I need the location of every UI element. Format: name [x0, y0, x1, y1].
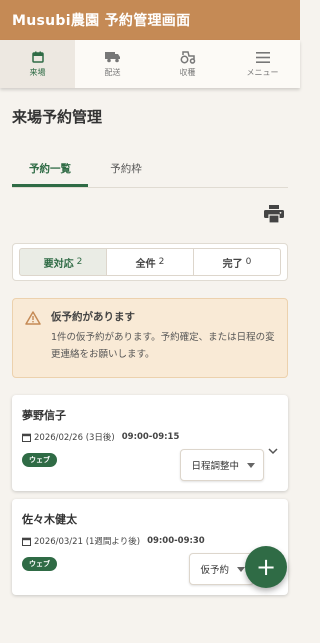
- filter-count: 0: [245, 257, 252, 267]
- channel-badge: ウェブ: [22, 453, 57, 467]
- filter-count: 2: [158, 257, 165, 267]
- bottom-nav: 来場 配送 収穫 メニュー: [0, 40, 300, 88]
- filter-count: 2: [76, 257, 83, 267]
- tractor-icon: [180, 50, 196, 64]
- app-title-bar: Musubi農園 予約管理画面: [0, 0, 300, 40]
- customer-name: 夢野信子: [22, 409, 66, 422]
- truck-icon: [104, 50, 121, 64]
- calendar-icon: [22, 433, 31, 442]
- alert-title: 仮予約があります: [51, 311, 135, 323]
- toolbar: [0, 188, 300, 230]
- add-reservation-button[interactable]: +: [245, 546, 287, 588]
- provisional-alert: 仮予約があります 1件の仮予約があります。予約確定、または日程の変更連絡をお願い…: [12, 298, 288, 378]
- reservation-datetime: 2026/03/21 (1週間より後) 09:00-09:30: [22, 535, 278, 547]
- nav-label: 来場: [29, 68, 46, 77]
- caret-down-icon: [237, 566, 245, 572]
- filter-all[interactable]: 全件 2: [107, 248, 194, 276]
- tab-reservation-slots[interactable]: 予約枠: [88, 152, 164, 187]
- filter-needs-action[interactable]: 要対応 2: [19, 248, 107, 276]
- print-icon[interactable]: [264, 205, 284, 224]
- nav-item-harvest[interactable]: 収穫: [150, 40, 225, 88]
- reservation-card[interactable]: 佐々木健太 2026/03/21 (1週間より後) 09:00-09:30 ウェ…: [12, 499, 288, 595]
- warning-icon: [25, 310, 41, 325]
- reservation-datetime: 2026/02/26 (3日後) 09:00-09:15: [22, 431, 278, 443]
- reservation-time: 09:00-09:15: [121, 432, 180, 442]
- alert-message: 1件の仮予約があります。予約確定、または日程の変更連絡をお願いします。: [51, 332, 275, 360]
- caret-down-icon: [247, 462, 255, 468]
- menu-icon: [255, 50, 271, 64]
- status-value: 仮予約: [200, 565, 229, 576]
- plus-icon: +: [255, 553, 277, 581]
- chevron-down-icon[interactable]: [268, 440, 278, 455]
- reservation-date: 2026/03/21 (1週間より後): [34, 537, 141, 547]
- app-title: Musubi農園 予約管理画面: [12, 13, 191, 29]
- nav-item-menu[interactable]: メニュー: [225, 40, 300, 88]
- nav-label: 配送: [104, 68, 121, 77]
- tab-reservation-list[interactable]: 予約一覧: [12, 152, 88, 187]
- reservation-card[interactable]: 夢野信子 2026/02/26 (3日後) 09:00-09:15 ウェブ 日程…: [12, 395, 288, 491]
- status-select[interactable]: 日程調整中: [180, 449, 264, 481]
- status-value: 日程調整中: [191, 461, 239, 472]
- customer-name: 佐々木健太: [22, 513, 77, 526]
- nav-item-visit[interactable]: 来場: [0, 40, 75, 88]
- calendar-icon: [22, 537, 31, 546]
- status-filter: 要対応 2 全件 2 完了 0: [12, 243, 288, 281]
- calendar-icon: [30, 50, 46, 64]
- filter-label: 全件: [135, 258, 156, 270]
- tab-bar: 予約一覧 予約枠: [12, 152, 288, 188]
- reservation-date: 2026/02/26 (3日後): [34, 433, 115, 443]
- filter-label: 完了: [222, 258, 243, 270]
- channel-badge: ウェブ: [22, 557, 57, 571]
- nav-label: メニュー: [246, 68, 279, 77]
- filter-label: 要対応: [43, 258, 74, 270]
- reservation-time: 09:00-09:30: [147, 536, 205, 546]
- nav-label: 収穫: [179, 68, 196, 77]
- filter-completed[interactable]: 完了 0: [194, 248, 281, 276]
- nav-item-delivery[interactable]: 配送: [75, 40, 150, 88]
- page-title: 来場予約管理: [12, 108, 103, 126]
